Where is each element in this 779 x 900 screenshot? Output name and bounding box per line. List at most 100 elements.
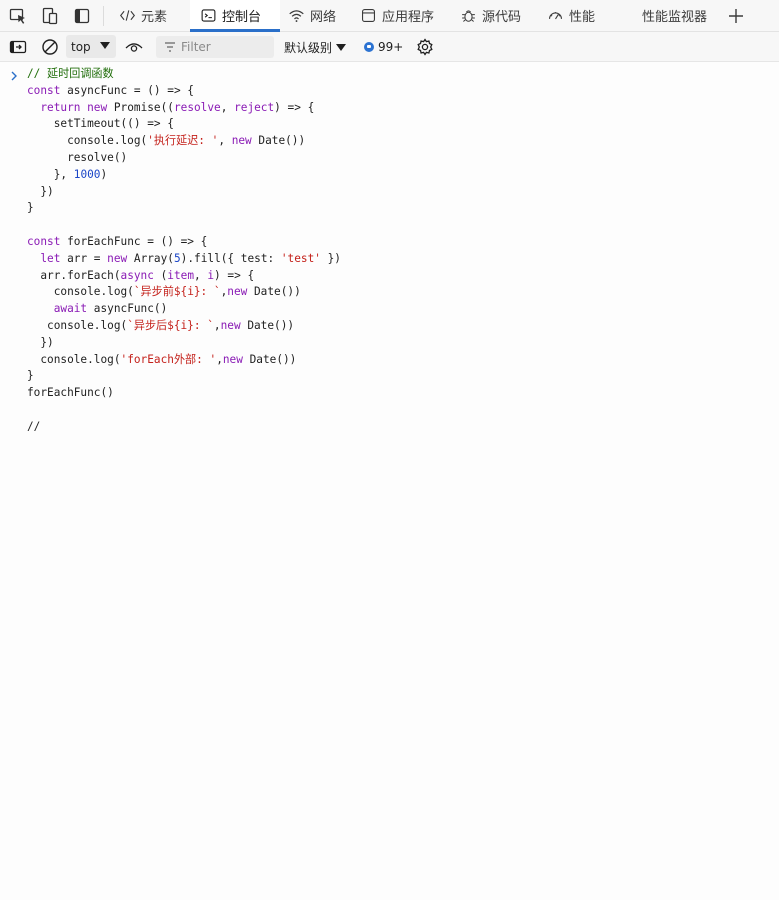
tab-console[interactable]: 控制台 bbox=[190, 0, 280, 32]
code-token: 'test' bbox=[280, 251, 321, 265]
code-token: } bbox=[27, 201, 34, 215]
tab-performance[interactable]: 性能 bbox=[547, 0, 613, 31]
tab-divider bbox=[103, 6, 104, 26]
tab-performance-monitor[interactable]: 性能监视器 bbox=[642, 0, 722, 31]
code-line: console.log(`异步后${i}: `,new Date()) bbox=[27, 318, 341, 335]
code-token: new bbox=[227, 285, 248, 299]
dropdown-arrow-icon bbox=[100, 42, 110, 49]
code-line: return new Promise((resolve, reject) => … bbox=[27, 100, 341, 117]
console-icon bbox=[201, 9, 216, 22]
inspect-element-icon[interactable] bbox=[8, 6, 28, 26]
settings-gear-icon[interactable] bbox=[415, 37, 435, 57]
code-token: Date()) bbox=[247, 285, 301, 299]
application-icon bbox=[361, 8, 376, 23]
code-token: `异步后${i}: ` bbox=[127, 318, 214, 332]
toggle-sidebar-icon[interactable] bbox=[8, 37, 28, 57]
code-token: // 延时回调函数 bbox=[27, 67, 114, 80]
message-bubble-icon bbox=[364, 42, 374, 52]
add-tab-icon[interactable] bbox=[726, 6, 746, 26]
code-token: Promise(( bbox=[107, 100, 174, 114]
code-token: arr.forEach( bbox=[27, 268, 121, 282]
code-token: Date()) bbox=[251, 134, 306, 148]
device-emulation-icon[interactable] bbox=[40, 6, 60, 26]
code-token: console.log( bbox=[27, 318, 128, 332]
code-line: const forEachFunc = () => { bbox=[27, 234, 341, 251]
code-line: await asyncFunc() bbox=[27, 301, 341, 318]
code-line: }, 1000) bbox=[27, 167, 341, 184]
tab-network[interactable]: 网络 bbox=[288, 0, 356, 31]
code-line: let arr = new Array(5).fill({ test: 'tes… bbox=[27, 251, 341, 268]
tab-label: 应用程序 bbox=[382, 10, 435, 25]
code-token: let bbox=[40, 251, 61, 265]
speedometer-icon bbox=[548, 12, 563, 20]
live-expression-eye-icon[interactable] bbox=[124, 37, 144, 57]
code-token: } bbox=[27, 369, 34, 383]
code-token: ) => { bbox=[214, 268, 255, 282]
filter-input[interactable] bbox=[181, 38, 267, 55]
code-line: // bbox=[27, 419, 341, 436]
wifi-icon bbox=[289, 10, 304, 22]
code-token: new bbox=[87, 100, 108, 114]
code-token: , bbox=[213, 318, 221, 332]
code-token: , bbox=[194, 268, 208, 282]
code-token: , bbox=[218, 134, 232, 148]
code-token: resolve() bbox=[27, 150, 128, 164]
tab-elements[interactable]: 元素 bbox=[119, 0, 187, 31]
code-brackets-icon bbox=[119, 10, 136, 21]
code-token: asyncFunc() bbox=[87, 302, 168, 316]
code-line: } bbox=[27, 368, 341, 385]
code-token: new bbox=[222, 352, 243, 366]
code-token: `异步前${i}: ` bbox=[133, 285, 221, 299]
tab-label: 控制台 bbox=[222, 10, 262, 25]
code-line: resolve() bbox=[27, 150, 341, 167]
console-input-code[interactable]: // 延时回调函数 const asyncFunc = () => { retur… bbox=[27, 66, 341, 436]
log-level-label: 默认级别 bbox=[284, 40, 333, 55]
code-token: forEachFunc() bbox=[27, 386, 114, 400]
dock-side-icon[interactable] bbox=[72, 6, 92, 26]
code-token: 1000 bbox=[73, 167, 101, 181]
issues-counter[interactable]: 99+ bbox=[364, 36, 403, 58]
code-token: }) bbox=[27, 184, 54, 198]
code-token: new bbox=[107, 251, 128, 265]
clear-console-icon[interactable] bbox=[40, 37, 60, 57]
code-token: 'forEach外部: ' bbox=[120, 352, 217, 366]
code-line: }) bbox=[27, 335, 341, 352]
filter-icon bbox=[165, 42, 175, 52]
code-token: forEachFunc = () => { bbox=[60, 234, 208, 248]
tab-sources[interactable]: 源代码 bbox=[460, 0, 540, 31]
context-selector[interactable]: top bbox=[66, 35, 116, 58]
code-token: resolve bbox=[173, 100, 221, 114]
code-line: console.log(`异步前${i}: `,new Date()) bbox=[27, 284, 341, 301]
code-token: async bbox=[120, 268, 154, 282]
code-token: arr = bbox=[60, 251, 108, 265]
code-token: '执行延迟: ' bbox=[147, 134, 219, 148]
code-token: , bbox=[216, 352, 223, 366]
code-line: }) bbox=[27, 184, 341, 201]
console-toolbar: top 默认级别 99+ bbox=[0, 32, 779, 62]
code-token: Date()) bbox=[242, 352, 297, 366]
devtools-tab-bar: 元素 控制台 网络 应用程序 源代码 性能 性能监视器 bbox=[0, 0, 779, 32]
code-token: ) bbox=[100, 167, 108, 181]
code-token: asyncFunc = () => { bbox=[60, 83, 194, 97]
context-value: top bbox=[71, 39, 91, 54]
code-token: await bbox=[53, 302, 88, 316]
issues-count: 99+ bbox=[378, 40, 404, 54]
code-line: // 延时回调函数 bbox=[27, 66, 341, 83]
code-line: console.log('forEach外部: ',new Date()) bbox=[27, 352, 341, 369]
tab-label: 网络 bbox=[310, 10, 337, 25]
filter-box[interactable] bbox=[156, 36, 274, 58]
tab-label: 源代码 bbox=[482, 10, 522, 25]
code-token: }, bbox=[27, 167, 74, 181]
console-output[interactable]: // 延时回调函数 const asyncFunc = () => { retur… bbox=[0, 63, 779, 900]
code-token: const bbox=[27, 234, 61, 248]
code-token: console.log( bbox=[27, 134, 148, 148]
code-token: // bbox=[27, 419, 41, 433]
code-token: reject bbox=[234, 100, 275, 114]
log-level-dropdown[interactable]: 默认级别 bbox=[284, 36, 347, 58]
tab-application[interactable]: 应用程序 bbox=[360, 0, 456, 31]
